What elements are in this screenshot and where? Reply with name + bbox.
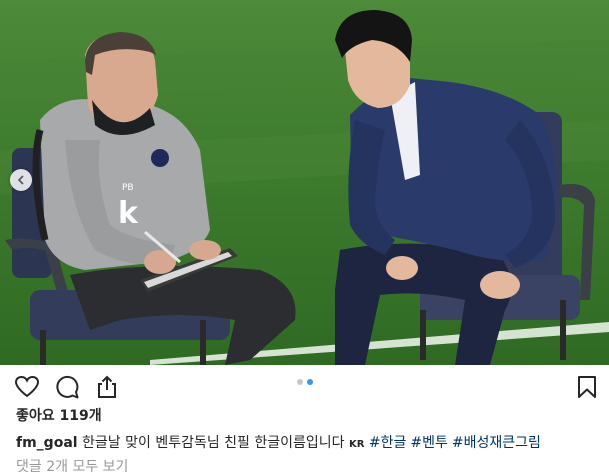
save-button[interactable] xyxy=(574,374,600,400)
like-button[interactable] xyxy=(14,374,40,400)
carousel-prev-button[interactable] xyxy=(10,169,32,191)
view-comments-link[interactable]: 댓글 2개 모두 보기 xyxy=(16,456,128,476)
heart-icon xyxy=(14,375,40,398)
hashtag[interactable]: #벤투 xyxy=(410,435,448,451)
caption-username[interactable]: fm_goal xyxy=(16,435,78,451)
share-icon xyxy=(98,375,116,398)
likes-label: 좋아요 xyxy=(16,408,55,424)
carousel-dot-active xyxy=(307,379,313,385)
post-action-bar xyxy=(0,365,609,407)
likes-number: 119개 xyxy=(59,408,102,424)
caption-flag: KR xyxy=(349,439,365,450)
caption-text: 한글날 맞이 벤투감독님 친필 한글이름입니다 xyxy=(82,435,345,451)
comment-icon xyxy=(56,375,79,399)
jersey-logo: k xyxy=(118,196,139,231)
chevron-left-icon xyxy=(17,175,24,185)
likes-count[interactable]: 좋아요 119개 xyxy=(16,405,102,425)
carousel-indicator xyxy=(297,379,313,385)
hashtag[interactable]: #한글 xyxy=(369,435,407,451)
comment-button[interactable] xyxy=(54,374,80,400)
jersey-initials: PB xyxy=(122,183,134,193)
hashtag[interactable]: #배성재큰그림 xyxy=(452,435,541,451)
share-button[interactable] xyxy=(94,374,120,400)
post-caption: fm_goal 한글날 맞이 벤투감독님 친필 한글이름입니다 KR #한글 #벤… xyxy=(16,432,541,452)
post-photo[interactable]: k PB xyxy=(0,0,609,365)
carousel-dot xyxy=(297,379,303,385)
bookmark-icon xyxy=(578,376,596,398)
